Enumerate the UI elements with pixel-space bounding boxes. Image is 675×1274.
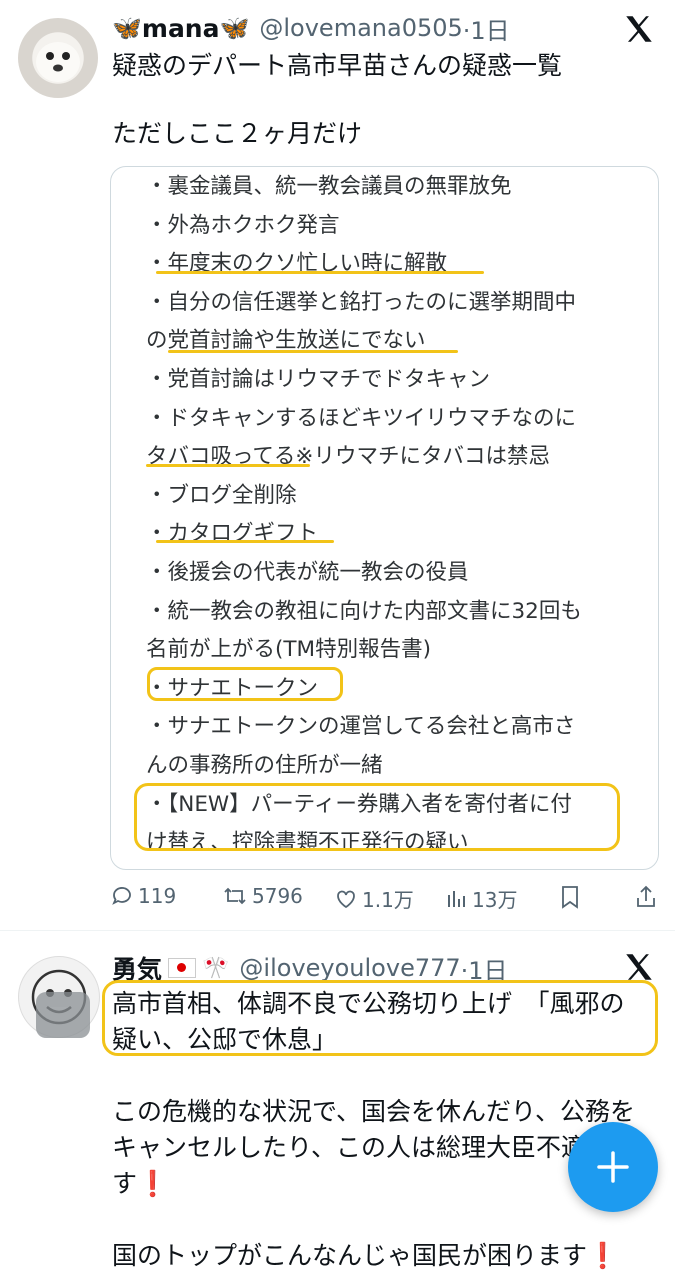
list-item: んの事務所の住所が一緒 — [146, 752, 383, 778]
action-bar: 119 5796 1.1万 13万 — [110, 884, 658, 918]
tweet-line: す❗️ — [112, 1169, 169, 1198]
user-handle[interactable]: @lovemana0505 — [259, 14, 462, 42]
list-item: ・統一教会の教祖に向けた内部文書に32回も — [146, 598, 582, 624]
highlight-box — [102, 980, 658, 1056]
compose-button[interactable] — [568, 1122, 658, 1212]
tweet-line: この危機的な状況で、国会を休んだり、公務を — [112, 1097, 636, 1126]
views-button[interactable]: 13万 — [446, 884, 517, 913]
highlight-box — [147, 667, 343, 701]
reply-button[interactable]: 119 — [110, 884, 176, 908]
highlight-underline — [156, 271, 484, 274]
tweet-text-subtitle: ただしここ２ヶ月だけ — [112, 119, 363, 148]
list-item: ・党首討論はリウマチでドタキャン — [146, 366, 491, 392]
japan-flag-icon — [168, 958, 197, 978]
bookmark-icon — [562, 886, 578, 909]
tweet-line — [112, 1058, 635, 1094]
crossed-flags-icon: 🎌 — [202, 955, 230, 981]
butterfly-icon: 🦋 — [219, 14, 250, 42]
plus-icon — [597, 1151, 629, 1183]
list-item: ・カタログギフト — [146, 521, 319, 547]
display-name[interactable]: mana — [142, 14, 220, 43]
list-item: ・ブログ全削除 — [146, 482, 297, 508]
list-item: の党首討論や生放送にでない — [146, 328, 426, 354]
tweet-text-title: 疑惑のデパート高市早苗さんの疑惑一覧 — [112, 51, 563, 80]
heart-icon — [337, 890, 355, 908]
avatar-mana[interactable] — [18, 18, 98, 98]
list-item: ・自分の信任選挙と銘打ったのに選挙期間中 — [146, 289, 577, 315]
reply-count: 119 — [138, 884, 177, 908]
retweet-button[interactable]: 5796 — [222, 884, 303, 908]
list-item: 名前が上がる(TM特別報告書) — [146, 637, 431, 663]
views-chart-icon — [448, 890, 465, 907]
highlight-underline — [156, 540, 334, 543]
like-button[interactable]: 1.1万 — [334, 884, 414, 913]
butterfly-icon: 🦋 — [112, 14, 142, 42]
x-logo-icon[interactable] — [622, 950, 656, 984]
retweet-count: 5796 — [252, 884, 303, 908]
views-count: 13万 — [472, 888, 518, 912]
x-logo-icon[interactable] — [622, 12, 656, 46]
retweet-icon — [224, 887, 246, 905]
tweet-line: キャンセルしたり、この人は総理大臣不適 — [112, 1133, 587, 1162]
share-button[interactable] — [634, 884, 658, 914]
highlight-underline — [168, 350, 458, 353]
list-item: ・年度末のクソ忙しい時に解散 — [146, 251, 448, 277]
list-item: ・後援会の代表が統一教会の役員 — [146, 559, 469, 585]
list-item: ・サナエトークンの運営してる会社と高市さ — [146, 714, 576, 740]
highlight-underline — [146, 464, 310, 467]
share-icon — [637, 885, 655, 907]
tweet-line: 国のトップがこんなんじゃ国民が困ります❗️ — [112, 1241, 619, 1270]
list-item: ・外為ホクホク発言 — [146, 212, 340, 238]
divider — [0, 930, 675, 931]
tweet-line — [112, 1202, 635, 1238]
dog-avatar-icon — [36, 42, 80, 82]
timestamp[interactable]: ·1日 — [463, 11, 510, 46]
user-handle[interactable]: @iloveyoulove777 — [239, 954, 460, 982]
list-item: ・裏金議員、統一教会議員の無罪放免 — [146, 174, 512, 199]
chat-overlay-icon — [36, 992, 90, 1038]
like-count: 1.1万 — [362, 888, 414, 912]
reply-icon — [112, 887, 131, 905]
highlight-box — [134, 783, 620, 851]
list-item: ・ドタキャンするほどキツイリウマチなのに — [146, 405, 577, 431]
bookmark-button[interactable] — [558, 884, 582, 914]
list-item: タバコ吸ってる※リウマチにタバコは禁忌 — [146, 444, 550, 470]
